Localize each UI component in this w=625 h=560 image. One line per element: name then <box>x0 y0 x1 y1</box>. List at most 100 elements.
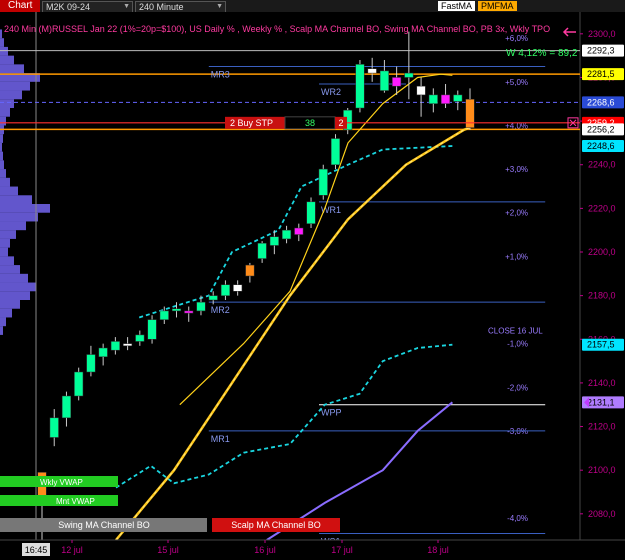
tpo-profile-bar <box>0 291 30 300</box>
candle-body <box>98 347 108 357</box>
price-tick-label: 2120,0 <box>588 422 616 432</box>
candle-body <box>404 72 414 78</box>
tpo-profile-bar <box>0 116 6 126</box>
chart-tab[interactable]: Chart <box>0 0 41 12</box>
tpo-profile-bar <box>0 134 3 143</box>
pivot-label-wpp: WPP <box>321 408 342 418</box>
percent-level-label: -2,0% <box>507 383 528 392</box>
candle-body <box>379 70 389 91</box>
price-tick-label: 2200,0 <box>588 247 616 257</box>
wkly-vwap-label: Wkly VWAP <box>40 478 83 487</box>
candle-body <box>416 85 426 96</box>
candle-body <box>61 395 71 419</box>
tpo-profile-bar <box>0 247 8 257</box>
price-axis-background <box>580 12 625 540</box>
tpo-profile-bar <box>0 186 18 196</box>
candle-body <box>171 308 182 312</box>
pivot-label-mr2: MR2 <box>211 305 230 315</box>
time-tick-label: 18 jul <box>427 545 449 555</box>
tpo-profile-bar <box>0 160 4 170</box>
candle-body <box>220 284 230 296</box>
tpo-profile-bar <box>0 169 6 178</box>
tpo-profile-bar <box>0 142 2 152</box>
order-qty: 38 <box>305 118 315 128</box>
price-box-label: 2256,2 <box>587 124 615 134</box>
candle-body <box>184 310 194 314</box>
mnt-vwap-label: Mnt VWAP <box>56 497 95 506</box>
chart-toolbar: Chart M2K 09-24 ▼ 240 Minute ▼ FastMA PM… <box>0 0 625 13</box>
tpo-profile-bar <box>0 151 3 161</box>
tpo-profile-bar <box>0 230 16 239</box>
pivot-label-wr2: WR2 <box>321 87 341 97</box>
tpo-profile-bar <box>0 46 8 56</box>
tpo-profile-bar <box>0 326 3 335</box>
weekly-stat: W 4,12% = 89,2 <box>506 48 578 59</box>
tpo-profile-bar <box>0 256 14 266</box>
candle-body <box>147 319 157 340</box>
tpo-profile-bar <box>0 29 2 39</box>
tpo-profile-bar <box>0 221 26 231</box>
candle-body <box>453 94 463 102</box>
tpo-profile-bar <box>0 177 10 187</box>
price-box-label: 2268,6 <box>587 97 615 107</box>
study-fastma[interactable]: FastMA <box>438 1 476 11</box>
tpo-profile-bar <box>0 265 20 274</box>
price-box-label: 2131,1 <box>587 397 615 407</box>
swing-channel-label: Swing MA Channel BO <box>58 520 150 530</box>
candle-body <box>330 138 341 165</box>
price-box-label: 2292,3 <box>587 46 615 56</box>
tpo-profile-bar <box>0 300 20 309</box>
time-axis-background <box>0 540 625 560</box>
close-label: CLOSE 16 JUL <box>488 327 543 336</box>
candle-body <box>245 264 255 277</box>
candle-body <box>123 343 133 347</box>
price-tick-label: 2240,0 <box>588 160 616 170</box>
chevron-down-icon: ▼ <box>216 3 223 10</box>
pivot-label-mr1: MR1 <box>211 434 230 444</box>
tpo-profile-bar <box>0 64 24 74</box>
price-tick-label: 2180,0 <box>588 291 616 301</box>
study-pmfma[interactable]: PMFMA <box>478 1 517 11</box>
tpo-profile-bar <box>0 108 10 117</box>
chevron-down-icon: ▼ <box>123 3 130 10</box>
symbol-value: M2K 09-24 <box>46 2 91 12</box>
candle-body <box>257 243 267 259</box>
price-box-label: 2281,5 <box>587 69 615 79</box>
tpo-profile-bar <box>0 204 50 213</box>
chart-title: 240 Min (M)RUSSEL Jan 22 (1%=20p=$100), … <box>4 24 550 34</box>
time-tick-label: 17 jul <box>331 545 353 555</box>
tpo-profile-bar <box>0 38 4 47</box>
candle-body <box>441 94 451 104</box>
tpo-profile-bar <box>0 212 38 222</box>
time-tick-label: 16 jul <box>254 545 276 555</box>
candle-body <box>110 341 120 351</box>
percent-level-label: -1,0% <box>507 340 528 349</box>
candle-body <box>49 417 59 438</box>
percent-level-label: +2,0% <box>505 209 528 218</box>
time-tick-label: 12 jul <box>61 545 83 555</box>
candle-body <box>208 295 218 301</box>
time-label: 16:45 <box>25 545 48 555</box>
time-tick-label: 15 jul <box>157 545 179 555</box>
price-chart[interactable]: 2080,02100,02120,02140,02160,02180,02200… <box>0 12 625 560</box>
tpo-profile-bar <box>0 308 12 318</box>
candle-body <box>392 77 402 87</box>
candle-body <box>86 354 96 373</box>
price-tick-label: 2080,0 <box>588 509 616 519</box>
price-box-label: 2248,6 <box>587 141 615 151</box>
candle-body <box>282 229 292 240</box>
scalp-channel-label: Scalp MA Channel BO <box>231 520 321 530</box>
candle-body <box>135 334 145 342</box>
percent-level-label: +1,0% <box>505 252 528 261</box>
percent-level-label: +5,0% <box>505 78 528 87</box>
candle-body <box>196 301 206 312</box>
tpo-profile-bar <box>0 195 32 204</box>
pivot-label-mr3: MR3 <box>211 70 230 80</box>
tpo-profile-bar <box>0 99 14 108</box>
candle-body <box>306 201 316 224</box>
percent-level-label: -4,0% <box>507 514 528 523</box>
price-tick-label: 2220,0 <box>588 203 616 213</box>
price-box-label: 2157,5 <box>587 340 615 350</box>
candle-body <box>318 168 328 196</box>
price-tick-label: 2140,0 <box>588 378 616 388</box>
